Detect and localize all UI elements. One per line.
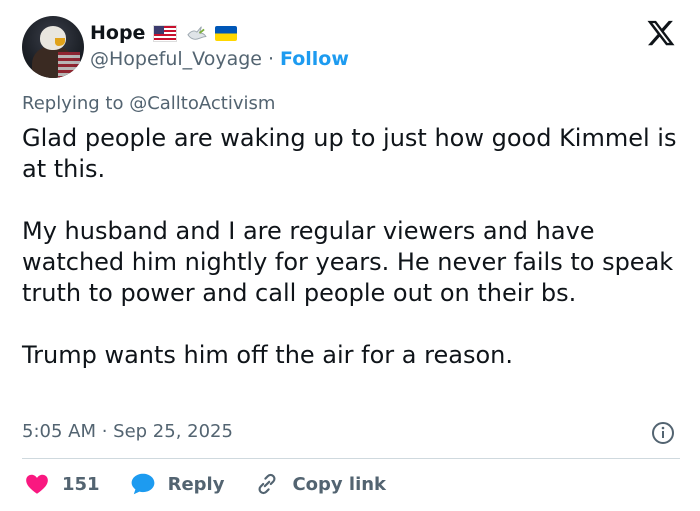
speech-bubble-icon [131,473,154,495]
tweet-paragraph-3: Trump wants him off the air for a reason… [22,341,513,369]
tweet-header: Hope @Hopeful_Voyage · Follow [22,14,680,80]
copy-link-button[interactable]: Copy link [254,471,386,497]
follow-button[interactable]: Follow [280,48,349,70]
tweet-timestamp[interactable]: 5:05 AM · Sep 25, 2025 [22,421,233,442]
copy-link-label: Copy link [292,473,387,495]
reply-label: Reply [167,473,225,495]
us-flag-icon [153,24,178,42]
action-bar: 151 Reply Copy link [24,471,386,497]
like-button[interactable]: 151 [24,471,100,497]
tweet-text: Glad people are waking up to just how go… [22,123,682,371]
dove-icon [187,26,208,40]
author-handle-row: @Hopeful_Voyage · Follow [90,48,349,70]
like-count: 151 [62,473,100,495]
separator-dot: · [267,48,275,70]
tweet-paragraph-2: My husband and I are regular viewers and… [22,217,674,307]
ukraine-flag-icon [215,25,238,41]
reply-button[interactable]: Reply [130,471,225,497]
x-logo-icon[interactable] [646,18,676,48]
author-name[interactable]: Hope [90,22,145,44]
info-icon[interactable] [651,421,675,445]
tweet-paragraph-1: Glad people are waking up to just how go… [22,124,677,183]
divider [22,458,680,459]
heart-icon [26,474,48,494]
author-name-row: Hope [90,22,238,44]
link-icon [258,473,276,495]
author-handle[interactable]: @Hopeful_Voyage [90,48,262,70]
reply-context[interactable]: Replying to @CalltoActivism [22,93,275,114]
avatar[interactable] [22,16,84,78]
